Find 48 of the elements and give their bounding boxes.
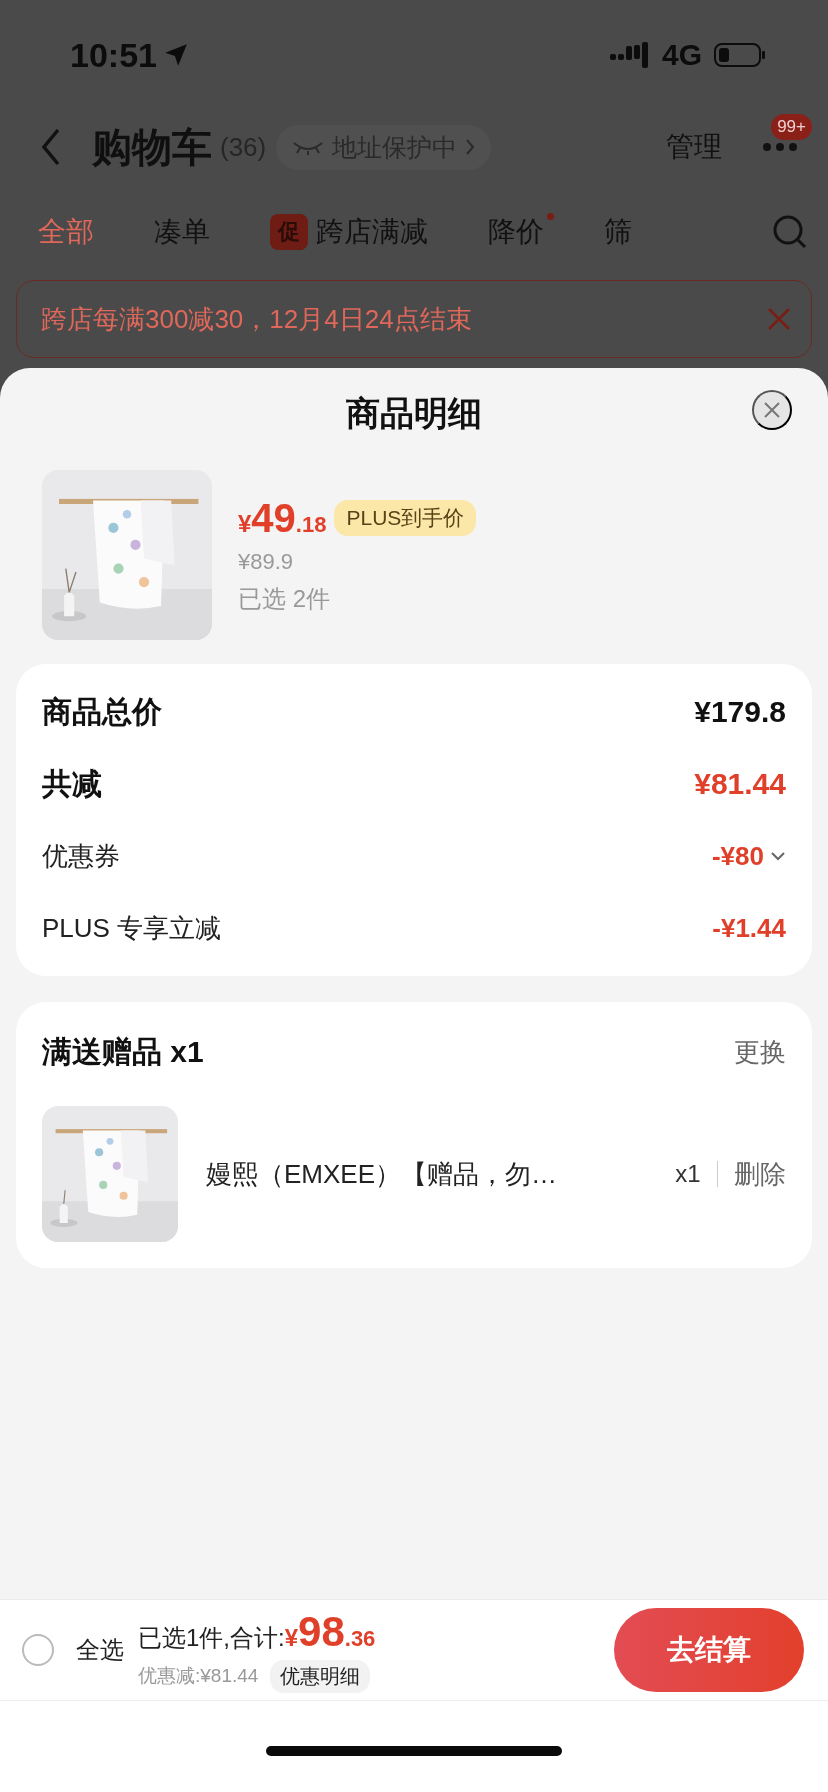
more-icon[interactable]	[762, 142, 798, 152]
selected-count: 已选 2件	[238, 583, 331, 614]
summary-label: 优惠券	[42, 839, 120, 873]
promo-text: 跨店每满300减30，12月4日24点结束	[41, 302, 473, 336]
discount-detail-button[interactable]: 优惠明细	[270, 1659, 371, 1693]
original-price: ¥89.9	[238, 548, 295, 575]
filter-tab[interactable]: 降价	[488, 213, 544, 251]
filter-tab[interactable]: 凑单	[154, 213, 210, 251]
select-all-radio[interactable]	[22, 1634, 54, 1666]
chevron-right-icon	[465, 138, 476, 156]
summary-value: ¥81.44	[694, 767, 786, 801]
plus-price-tag: PLUS到手价	[334, 500, 477, 536]
gift-title: 满送赠品 x1	[42, 1033, 204, 1070]
network-label: 4G	[661, 38, 702, 72]
eye-closed-icon	[292, 139, 325, 155]
filter-tab[interactable]: 全部	[38, 213, 94, 251]
battery-icon	[714, 42, 766, 68]
discount-label: 优惠减:¥81.44	[138, 1664, 259, 1688]
close-icon	[763, 401, 781, 419]
notification-badge: 99+	[771, 114, 812, 140]
change-button[interactable]: 更换	[734, 1034, 786, 1070]
chevron-down-icon[interactable]	[770, 851, 786, 861]
sheet-title: 商品明细	[346, 393, 482, 434]
gift-name: 嫚熙（EMXEE）【赠品，勿…	[206, 1157, 559, 1191]
signal-icon	[609, 42, 650, 68]
close-icon[interactable]	[767, 307, 791, 331]
filter-tab[interactable]: 促 跨店满减	[270, 213, 428, 251]
close-button[interactable]	[752, 390, 792, 430]
total-price: ¥98.36	[284, 1607, 376, 1656]
search-icon[interactable]	[772, 214, 808, 250]
summary-label: 共减	[42, 765, 102, 802]
cart-title: 购物车	[92, 123, 212, 171]
delete-button[interactable]: 删除	[734, 1156, 786, 1192]
checkout-button[interactable]: 去结算	[614, 1608, 804, 1692]
summary-value: -¥80	[711, 840, 764, 872]
gift-quantity: x1	[675, 1160, 701, 1188]
filter-tab[interactable]: 筛	[604, 213, 632, 251]
total-label: 已选1件,合计:	[138, 1622, 285, 1653]
summary-value: ¥179.8	[694, 695, 786, 729]
summary-label: PLUS 专享立减	[42, 911, 222, 945]
summary-value: -¥1.44	[712, 912, 786, 944]
back-icon[interactable]	[40, 127, 62, 167]
product-price: ¥49.18	[238, 495, 327, 541]
select-all-label[interactable]: 全选	[76, 1634, 124, 1666]
summary-label: 商品总价	[42, 693, 162, 730]
promo-tag: 促	[270, 214, 308, 250]
manage-button[interactable]: 管理	[666, 128, 722, 166]
status-time: 10:51	[70, 35, 157, 75]
